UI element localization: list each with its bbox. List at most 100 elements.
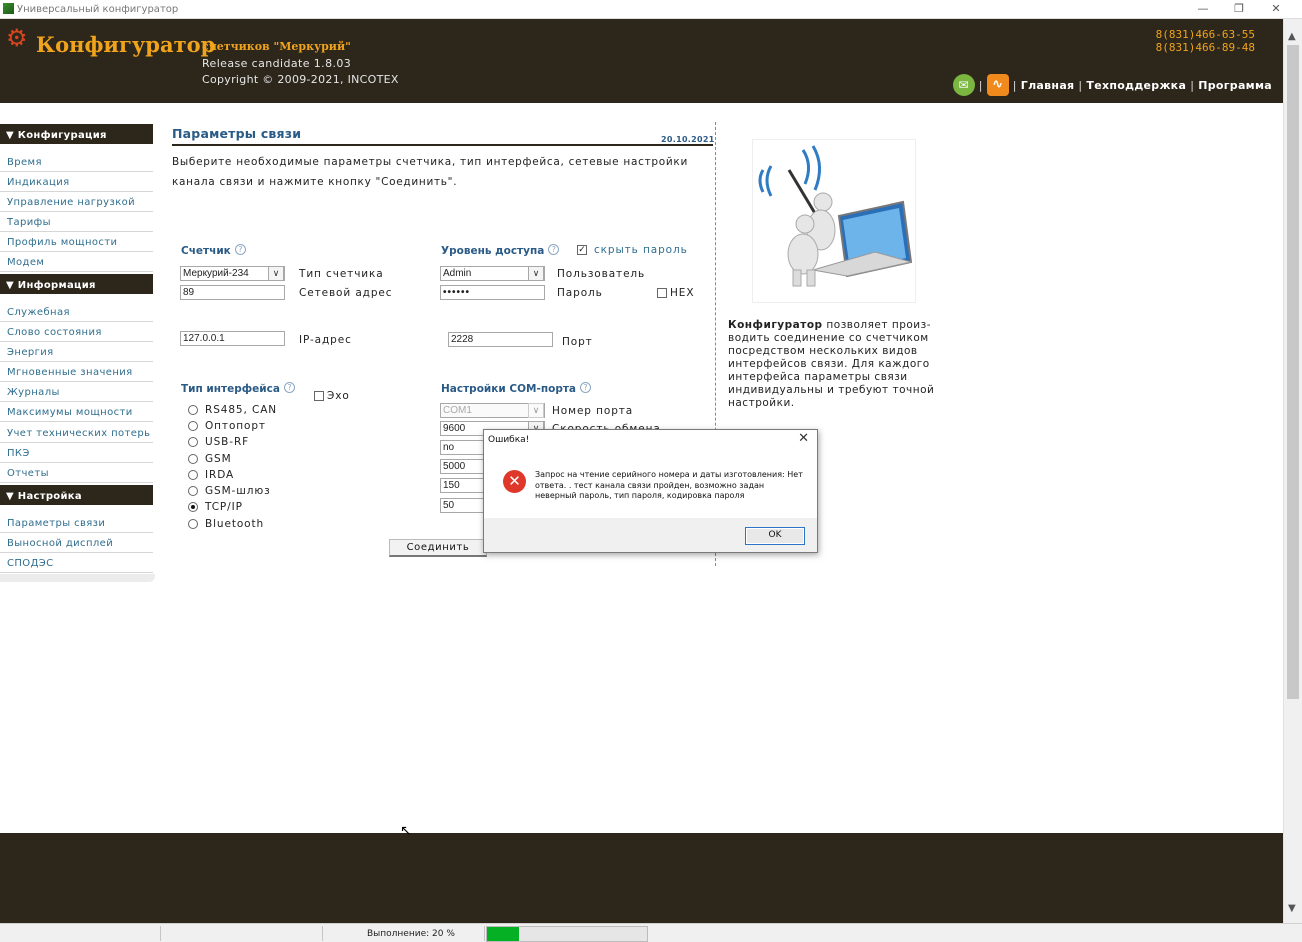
- password-label: Пароль: [557, 287, 603, 299]
- interface-option-label[interactable]: GSM: [205, 453, 232, 465]
- sidebar-item-power-profile[interactable]: Профиль мощности: [0, 232, 153, 252]
- ip-address-label: IP-адрес: [299, 334, 352, 346]
- port-input[interactable]: 2228: [448, 332, 553, 347]
- access-section-title: Уровень доступа?: [441, 244, 560, 257]
- scroll-thumb[interactable]: [1287, 45, 1299, 699]
- echo-checkbox[interactable]: [314, 391, 324, 401]
- sidebar-item-technical-losses[interactable]: Учет технических потерь: [0, 423, 153, 443]
- interface-radio-bluetooth[interactable]: [188, 519, 198, 529]
- logo-text[interactable]: Конфигуратор: [36, 32, 215, 57]
- port-label: Порт: [562, 336, 593, 348]
- interface-radio-rs485[interactable]: [188, 405, 198, 415]
- sidebar-item-time[interactable]: Время: [0, 152, 153, 172]
- interface-option-label[interactable]: TCP/IP: [205, 501, 243, 513]
- window-titlebar: Универсальный конфигуратор — ❐ ✕: [0, 0, 1302, 19]
- sidebar-item-status-word[interactable]: Слово состояния: [0, 322, 153, 342]
- release-version: Release candidate 1.8.03: [202, 57, 352, 70]
- interface-option-label[interactable]: GSM-шлюз: [205, 485, 271, 497]
- hide-password-checkbox[interactable]: ✓: [577, 245, 587, 255]
- sidebar-item-tariffs[interactable]: Тарифы: [0, 212, 153, 232]
- hide-password-label[interactable]: скрыть пароль: [594, 244, 688, 256]
- mouse-cursor-icon: ↖: [400, 823, 412, 839]
- interface-radio-irda[interactable]: [188, 470, 198, 480]
- status-separator: [160, 926, 161, 941]
- sidebar-item-service[interactable]: Служебная: [0, 302, 153, 322]
- chevron-down-icon[interactable]: ∨: [528, 403, 544, 418]
- sidebar-bottom: [0, 574, 155, 582]
- com-section-title: Настройки COM-порта?: [441, 382, 592, 395]
- hex-label: HEX: [670, 287, 695, 299]
- nav-link-home[interactable]: Главная: [1021, 79, 1075, 92]
- meter-section-title: Счетчик?: [181, 244, 246, 257]
- interface-radio-gsm-gateway[interactable]: [188, 486, 198, 496]
- com-port-label: Номер порта: [552, 405, 634, 417]
- top-nav: ✉ | ∿ | Главная | Техподдержка | Програм…: [952, 74, 1272, 96]
- sidebar-item-energy[interactable]: Энергия: [0, 342, 153, 362]
- footer: [0, 833, 1283, 923]
- gear-logo-icon: ⚙: [6, 24, 28, 52]
- meter-type-select[interactable]: Меркурий-234 ∨: [180, 266, 285, 281]
- interface-option-label[interactable]: Оптопорт: [205, 420, 266, 432]
- interface-option-label[interactable]: Bluetooth: [205, 518, 264, 530]
- sidebar-section-config[interactable]: ▼ Конфигурация: [0, 124, 153, 144]
- echo-label: Эхо: [327, 390, 350, 402]
- header: ⚙ Конфигуратор счетчиков "Меркурий" Rele…: [0, 19, 1283, 103]
- chat-icon[interactable]: ✉: [952, 74, 975, 96]
- ok-button[interactable]: OK: [745, 527, 805, 545]
- restore-icon[interactable]: ❐: [1229, 1, 1249, 17]
- sidebar-item-instant-values[interactable]: Мгновенные значения: [0, 362, 153, 382]
- network-address-label: Сетевой адрес: [299, 287, 393, 299]
- sidebar-item-connection-params[interactable]: Параметры связи: [0, 513, 153, 533]
- chevron-down-icon[interactable]: ∨: [268, 266, 284, 281]
- sidebar-item-load-control[interactable]: Управление нагрузкой: [0, 192, 153, 212]
- sidebar-item-indication[interactable]: Индикация: [0, 172, 153, 192]
- vertical-scrollbar[interactable]: ▲ ▼: [1283, 19, 1302, 923]
- scroll-up-icon[interactable]: ▲: [1288, 31, 1296, 42]
- error-dialog: Ошибка! ✕ ✕ Запрос на чтение серийного н…: [483, 429, 818, 553]
- sidebar-section-info[interactable]: ▼ Информация: [0, 274, 153, 294]
- nav-link-program[interactable]: Программа: [1198, 79, 1272, 92]
- interface-section-title: Тип интерфейса?: [181, 382, 295, 395]
- sidebar-item-remote-display[interactable]: Выносной дисплей: [0, 533, 153, 553]
- network-address-input[interactable]: 89: [180, 285, 285, 300]
- sidebar-item-spodes[interactable]: СПОДЭС: [0, 553, 153, 573]
- sidebar-item-modem[interactable]: Модем: [0, 252, 153, 272]
- sidebar-item-reports[interactable]: Отчеты: [0, 463, 153, 483]
- interface-option-label[interactable]: IRDA: [205, 469, 234, 481]
- sidebar-item-power-maximums[interactable]: Максимумы мощности: [0, 402, 153, 422]
- interface-radio-tcp-ip[interactable]: [188, 502, 198, 512]
- interface-option-label[interactable]: USB-RF: [205, 436, 249, 448]
- interface-radio-usb-rf[interactable]: [188, 437, 198, 447]
- minimize-icon[interactable]: —: [1193, 1, 1213, 17]
- user-select[interactable]: Admin ∨: [440, 266, 545, 281]
- password-input[interactable]: ••••••: [440, 285, 545, 300]
- ip-address-input[interactable]: 127.0.0.1: [180, 331, 285, 346]
- status-bar: Выполнение: 20 %: [0, 923, 1302, 942]
- close-window-icon[interactable]: ✕: [1266, 1, 1286, 17]
- progress-fill: [487, 927, 519, 941]
- interface-radio-optoport[interactable]: [188, 421, 198, 431]
- dialog-message: Запрос на чтение серийного номера и даты…: [535, 470, 803, 500]
- chevron-down-icon[interactable]: ∨: [528, 266, 544, 281]
- interface-option-label[interactable]: RS485, CAN: [205, 404, 277, 416]
- scroll-down-icon[interactable]: ▼: [1288, 903, 1296, 914]
- rss-icon[interactable]: ∿: [986, 74, 1009, 96]
- help-icon[interactable]: ?: [283, 382, 295, 393]
- nav-link-support[interactable]: Техподдержка: [1086, 79, 1186, 92]
- sidebar-item-pke[interactable]: ПКЭ: [0, 443, 153, 463]
- help-icon[interactable]: ?: [548, 244, 560, 255]
- illustration: [752, 139, 916, 303]
- app-icon: [3, 3, 14, 14]
- interface-radio-gsm[interactable]: [188, 454, 198, 464]
- help-icon[interactable]: ?: [580, 382, 592, 393]
- connect-button[interactable]: Соединить: [389, 539, 487, 557]
- help-icon[interactable]: ?: [234, 244, 246, 255]
- title-divider: [172, 144, 713, 146]
- sidebar-section-settings[interactable]: ▼ Настройка: [0, 485, 153, 505]
- com-port-select[interactable]: COM1 ∨: [440, 403, 545, 418]
- dialog-title: Ошибка!: [488, 435, 530, 445]
- close-icon[interactable]: ✕: [798, 431, 809, 446]
- hex-checkbox[interactable]: [657, 288, 667, 298]
- sidebar-item-journals[interactable]: Журналы: [0, 382, 153, 402]
- progress-bar: [486, 926, 648, 942]
